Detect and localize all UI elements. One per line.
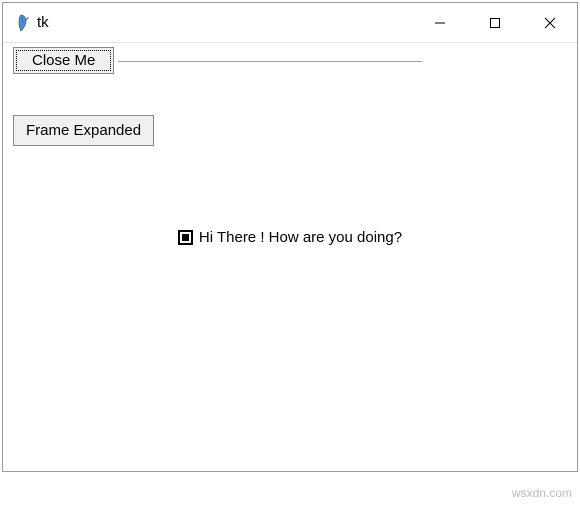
checkbox-row[interactable]: Hi There ! How are you doing? xyxy=(3,229,577,246)
window-title: tk xyxy=(37,14,49,31)
titlebar: tk xyxy=(3,3,577,43)
titlebar-left: tk xyxy=(3,14,412,32)
frame-expanded-button[interactable]: Frame Expanded xyxy=(13,115,154,146)
checkbox-icon[interactable] xyxy=(178,230,193,245)
minimize-button[interactable] xyxy=(412,3,467,42)
window: tk Close Me Frame Expanded Hi There ! Ho… xyxy=(2,2,578,472)
client-area: Close Me Frame Expanded Hi There ! How a… xyxy=(3,43,577,471)
maximize-button[interactable] xyxy=(467,3,522,42)
separator-line xyxy=(118,61,422,63)
watermark-text: wsxdn.com xyxy=(512,486,572,500)
close-me-button[interactable]: Close Me xyxy=(13,47,114,74)
tk-feather-icon xyxy=(13,14,29,32)
checkbox-label: Hi There ! How are you doing? xyxy=(199,229,402,246)
window-controls xyxy=(412,3,577,42)
close-window-button[interactable] xyxy=(522,3,577,42)
checkbox-fill xyxy=(182,234,189,241)
